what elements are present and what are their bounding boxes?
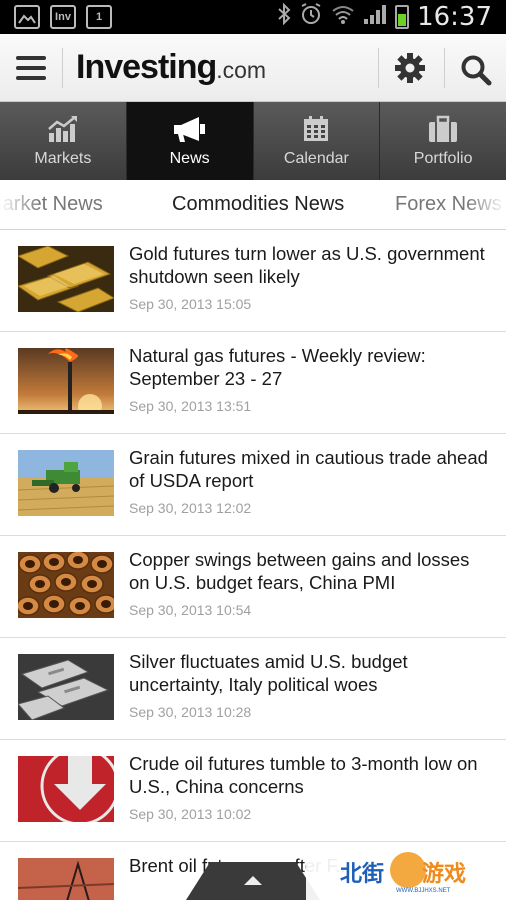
image-icon bbox=[14, 5, 40, 29]
signal-icon bbox=[363, 3, 387, 31]
news-item[interactable]: Silver fluctuates amid U.S. budget uncer… bbox=[0, 638, 506, 740]
main-tab-bar: Markets News Calendar Portfolio bbox=[0, 102, 506, 180]
menu-icon[interactable] bbox=[16, 56, 46, 80]
news-date: Sep 30, 2013 10:54 bbox=[129, 602, 252, 618]
tab-calendar[interactable]: Calendar bbox=[254, 102, 381, 180]
gas-flare-thumbnail bbox=[18, 348, 114, 414]
calendar-icon bbox=[302, 114, 330, 144]
gold-bars-thumbnail bbox=[18, 246, 114, 312]
tab-portfolio[interactable]: Portfolio bbox=[380, 102, 506, 180]
news-date: Sep 30, 2013 10:28 bbox=[129, 704, 252, 720]
divider bbox=[62, 48, 63, 88]
news-headline: Copper swings between gains and losses o… bbox=[129, 549, 470, 593]
clock-time: 16:37 bbox=[417, 2, 492, 32]
divider bbox=[444, 48, 445, 88]
news-category-tabs: Market News Commodities News Forex News bbox=[0, 180, 506, 230]
harvester-thumbnail bbox=[18, 450, 114, 516]
news-item[interactable]: Copper swings between gains and losses o… bbox=[0, 536, 506, 638]
tab-label: News bbox=[169, 150, 210, 167]
app-logo: Investing.com bbox=[76, 48, 266, 87]
gear-icon[interactable] bbox=[394, 52, 426, 89]
divider bbox=[378, 48, 379, 88]
inv-icon: Inv bbox=[50, 5, 76, 29]
news-headline: Natural gas futures - Weekly review: Sep… bbox=[129, 345, 426, 389]
tab-label: Markets bbox=[34, 150, 92, 167]
tab-label: Portfolio bbox=[413, 150, 473, 167]
news-headline: Gold futures turn lower as U.S. governme… bbox=[129, 243, 485, 287]
copper-pipes-thumbnail bbox=[18, 552, 114, 618]
megaphone-icon bbox=[173, 114, 207, 144]
logo-main: Investing bbox=[76, 48, 217, 86]
watermark-left: 北街 bbox=[340, 862, 385, 887]
search-icon[interactable] bbox=[460, 54, 492, 86]
alarm-icon bbox=[299, 2, 323, 32]
news-item[interactable]: Natural gas futures - Weekly review: Sep… bbox=[0, 332, 506, 434]
chart-icon bbox=[47, 114, 79, 144]
news-date: Sep 30, 2013 12:02 bbox=[129, 500, 252, 516]
news-date: Sep 30, 2013 13:51 bbox=[129, 398, 252, 414]
logo-suffix: .com bbox=[216, 57, 267, 83]
news-item[interactable]: Grain futures mixed in cautious trade ah… bbox=[0, 434, 506, 536]
news-date: Sep 30, 2013 10:02 bbox=[129, 806, 252, 822]
news-headline: Crude oil futures tumble to 3-month low … bbox=[129, 753, 478, 797]
calendar-1-icon: 1 bbox=[86, 5, 112, 29]
watermark-right: 游戏 bbox=[422, 862, 467, 887]
fade-left bbox=[0, 180, 40, 229]
app-header: Investing.com bbox=[0, 34, 506, 102]
bluetooth-icon bbox=[277, 2, 291, 31]
fade-right bbox=[466, 180, 506, 229]
tab-markets[interactable]: Markets bbox=[0, 102, 127, 180]
subtab-commodities-news[interactable]: Commodities News bbox=[172, 193, 344, 216]
oil-rig-thumbnail bbox=[18, 858, 114, 900]
news-date: Sep 30, 2013 15:05 bbox=[129, 296, 252, 312]
silver-bars-thumbnail bbox=[18, 654, 114, 720]
news-headline: Grain futures mixed in cautious trade ah… bbox=[129, 447, 488, 491]
news-list: Gold futures turn lower as U.S. governme… bbox=[0, 230, 506, 900]
briefcase-icon bbox=[427, 114, 459, 144]
news-item[interactable]: Gold futures turn lower as U.S. governme… bbox=[0, 230, 506, 332]
news-item[interactable]: Crude oil futures tumble to 3-month low … bbox=[0, 740, 506, 842]
down-arrow-thumbnail bbox=[18, 756, 114, 822]
wifi-icon bbox=[331, 3, 355, 31]
tab-news[interactable]: News bbox=[126, 102, 254, 180]
status-bar: Inv 1 16:37 bbox=[0, 0, 506, 34]
battery-icon bbox=[395, 5, 410, 29]
tab-label: Calendar bbox=[283, 150, 349, 167]
watermark: 北街 游戏 WWW.BJJHXS.NET bbox=[306, 846, 506, 900]
watermark-text: 北街 游戏 bbox=[340, 856, 466, 888]
news-headline: Silver fluctuates amid U.S. budget uncer… bbox=[129, 651, 408, 695]
watermark-url: WWW.BJJHXS.NET bbox=[396, 888, 451, 894]
